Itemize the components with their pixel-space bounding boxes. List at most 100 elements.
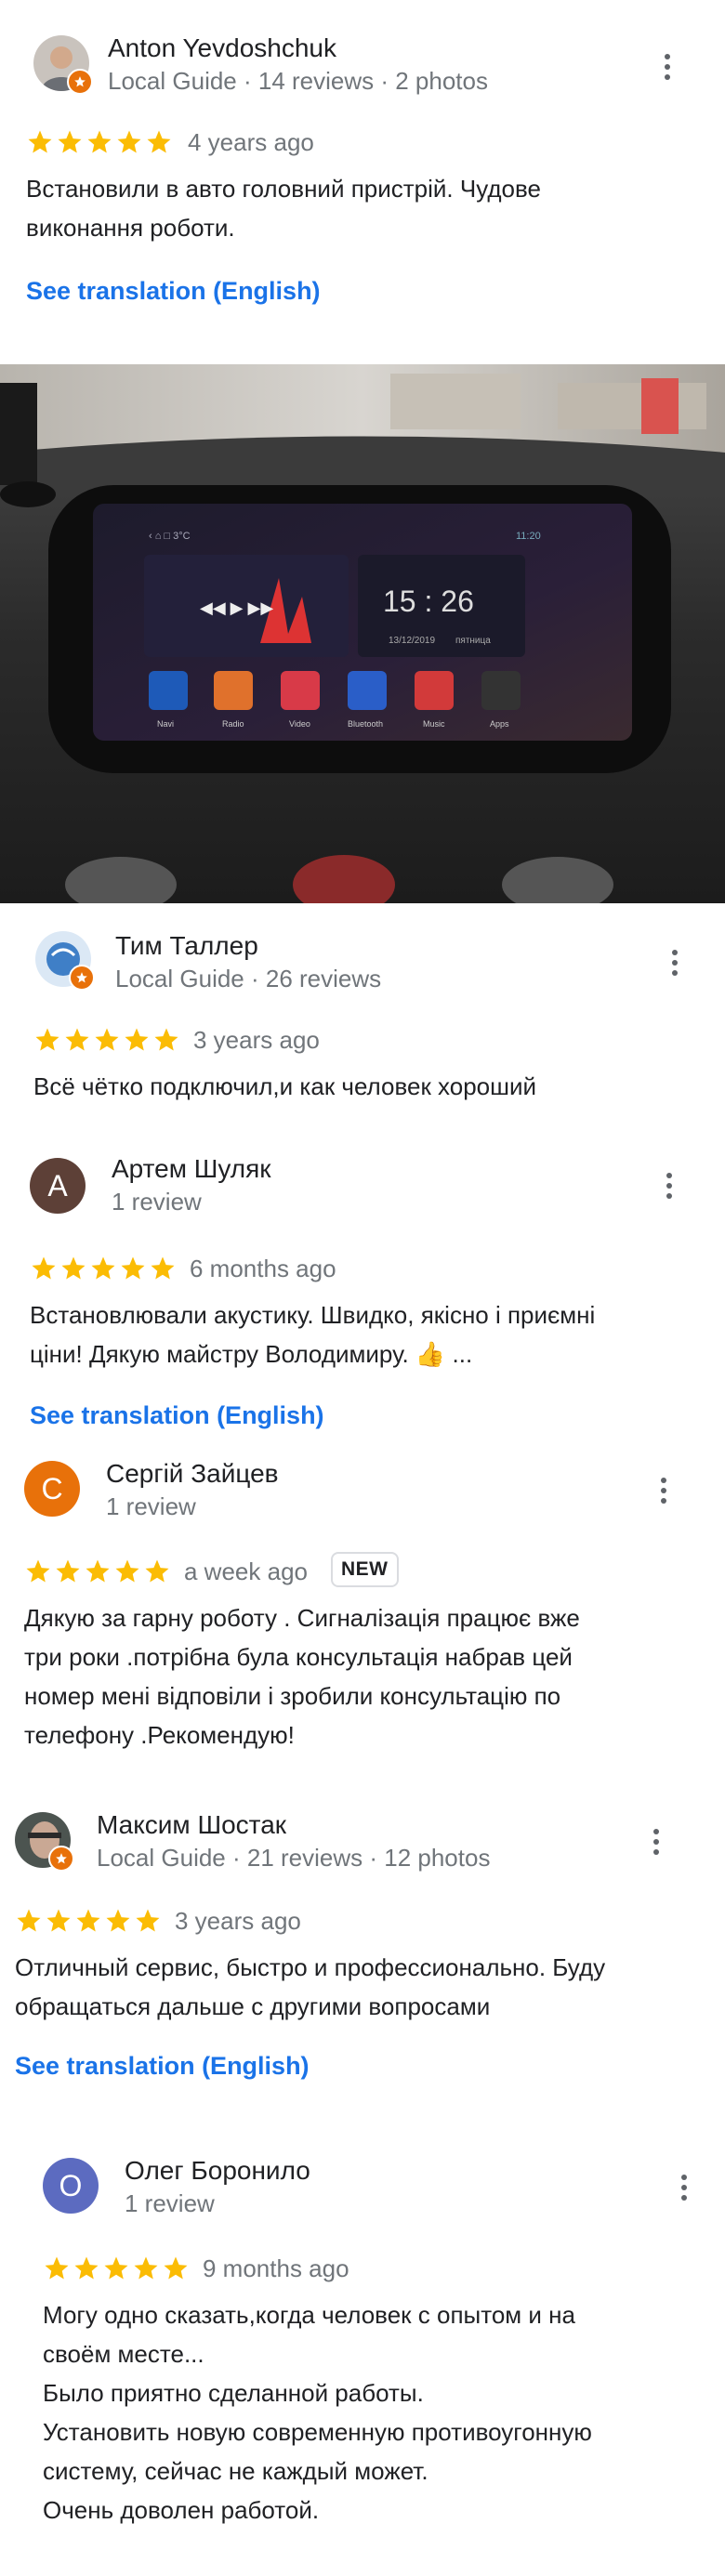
star-icon (117, 130, 141, 153)
star-icon (125, 1028, 149, 1051)
star-icon (104, 2256, 128, 2280)
star-icon (91, 1256, 115, 1280)
star-icon (147, 130, 171, 153)
reviewer-meta: Local Guide · 26 reviews (115, 965, 382, 992)
new-review-badge: NEW (331, 1552, 399, 1587)
more-options-button[interactable] (656, 940, 693, 985)
reviewer-name[interactable]: Артем Шуляк (112, 1154, 271, 1184)
see-translation-link[interactable]: See translation (English) (30, 1401, 324, 1430)
reviewer-avatar[interactable] (15, 1812, 74, 1872)
reviewer-name[interactable]: Anton Yevdoshchuk (108, 33, 336, 63)
star-icon (45, 2256, 69, 2280)
star-icon (145, 1559, 169, 1583)
app-label-navi: Navi (157, 719, 174, 729)
star-icon (87, 130, 112, 153)
review-text: Всё чётко подключил,и как человек хороши… (33, 1072, 537, 1100)
review-card: A Артем Шуляк 1 review 6 months ago Вста… (0, 1126, 725, 1433)
review-card: O Олег Боронило 1 review 9 months ago Мо… (0, 2121, 725, 2576)
more-options-button[interactable] (638, 1820, 675, 1864)
review-card: Anton Yevdoshchuk Local Guide · 14 revie… (0, 0, 725, 353)
svg-text:◀◀ ▶ ▶▶: ◀◀ ▶ ▶▶ (200, 598, 273, 617)
star-icon (58, 130, 82, 153)
rating-stars (26, 128, 173, 156)
review-age: 6 months ago (190, 1255, 336, 1282)
app-label-music: Music (423, 719, 445, 729)
star-icon (86, 1559, 110, 1583)
avatar-letter: A (47, 1168, 68, 1203)
star-icon (46, 1909, 71, 1932)
review-age: 3 years ago (175, 1907, 301, 1935)
head-unit-weekday: пятница (455, 636, 491, 646)
reviewer-meta: 1 review (106, 1492, 196, 1520)
review-card: C Сергій Зайцев 1 review a week ago NEW … (0, 1433, 725, 1795)
more-options-button[interactable] (645, 1468, 682, 1513)
reviewer-avatar[interactable]: A (30, 1158, 86, 1214)
app-label-video: Video (289, 719, 310, 729)
head-unit-clock: 15 : 26 (383, 585, 474, 618)
reviewer-meta: 1 review (112, 1188, 202, 1216)
star-icon (61, 1256, 86, 1280)
review-card: Тим Таллер Local Guide · 26 reviews 3 ye… (0, 903, 725, 1126)
avatar-letter: O (59, 2168, 83, 2202)
rating-stars (30, 1255, 177, 1282)
review-text: Встановлювали акустику. Швидко, якісно і… (30, 1301, 596, 1368)
car-head-unit-image: ‹ ⌂ □ 3°C 11:20 ◀◀ ▶ ▶▶ 15 : 26 13/12/20… (0, 364, 725, 903)
review-age: 3 years ago (193, 1026, 320, 1054)
rating-stars (43, 2254, 190, 2282)
review-age: 9 months ago (203, 2254, 349, 2282)
local-guide-badge-icon (48, 1846, 74, 1872)
reviewer-meta: Local Guide · 21 reviews · 12 photos (97, 1844, 491, 1872)
review-age: 4 years ago (188, 128, 314, 156)
star-icon (65, 1028, 89, 1051)
review-text: Встановили в авто головний пристрій. Чуд… (26, 175, 541, 242)
reviewer-avatar[interactable] (33, 35, 93, 95)
star-icon (121, 1256, 145, 1280)
head-unit-date: 13/12/2019 (389, 636, 435, 646)
svg-text:‹ ⌂ □ 3°C: ‹ ⌂ □ 3°C (149, 531, 191, 542)
review-text: Могу одно сказать,когда человек с опытом… (43, 2301, 592, 2524)
reviewer-name[interactable]: Олег Боронило (125, 2156, 310, 2186)
star-icon (28, 130, 52, 153)
app-label-apps: Apps (490, 719, 509, 729)
see-translation-link[interactable]: See translation (English) (26, 277, 321, 306)
star-icon (136, 1909, 160, 1932)
reviewer-meta: 1 review (125, 2189, 215, 2217)
reviewer-avatar[interactable]: C (24, 1461, 80, 1517)
more-options-button[interactable] (649, 45, 686, 89)
star-icon (35, 1028, 59, 1051)
star-icon (106, 1909, 130, 1932)
local-guide-badge-icon (67, 69, 93, 95)
star-icon (76, 1909, 100, 1932)
star-icon (164, 2256, 188, 2280)
local-guide-badge-icon (69, 965, 95, 991)
review-card: Максим Шостак Local Guide · 21 reviews ·… (0, 1795, 725, 2121)
review-text: Отличный сервис, быстро и профессиональн… (15, 1953, 606, 2020)
star-icon (74, 2256, 99, 2280)
more-options-button[interactable] (651, 1163, 688, 1208)
head-unit-status-time: 11:20 (516, 531, 541, 542)
app-label-radio: Radio (222, 719, 244, 729)
reviewer-name[interactable]: Тим Таллер (115, 931, 258, 961)
see-translation-link[interactable]: See translation (English) (15, 2052, 310, 2081)
star-icon (134, 2256, 158, 2280)
avatar-letter: C (41, 1471, 63, 1505)
star-icon (154, 1028, 178, 1051)
review-age: a week ago (184, 1557, 308, 1585)
star-icon (26, 1559, 50, 1583)
star-icon (115, 1559, 139, 1583)
more-options-button[interactable] (666, 2165, 703, 2210)
reviewer-name[interactable]: Максим Шостак (97, 1810, 286, 1840)
reviewer-avatar[interactable] (35, 931, 95, 991)
reviewer-meta: Local Guide · 14 reviews · 2 photos (108, 67, 488, 95)
rating-stars (33, 1026, 180, 1054)
star-icon (56, 1559, 80, 1583)
review-text: Дякую за гарну роботу . Сигналізація пра… (24, 1604, 580, 1749)
star-icon (151, 1256, 175, 1280)
review-photo[interactable]: ‹ ⌂ □ 3°C 11:20 ◀◀ ▶ ▶▶ 15 : 26 13/12/20… (0, 364, 725, 903)
reviewer-avatar[interactable]: O (43, 2158, 99, 2214)
reviewer-name[interactable]: Сергій Зайцев (106, 1459, 279, 1489)
rating-stars (24, 1557, 171, 1585)
star-icon (32, 1256, 56, 1280)
star-icon (17, 1909, 41, 1932)
star-icon (95, 1028, 119, 1051)
